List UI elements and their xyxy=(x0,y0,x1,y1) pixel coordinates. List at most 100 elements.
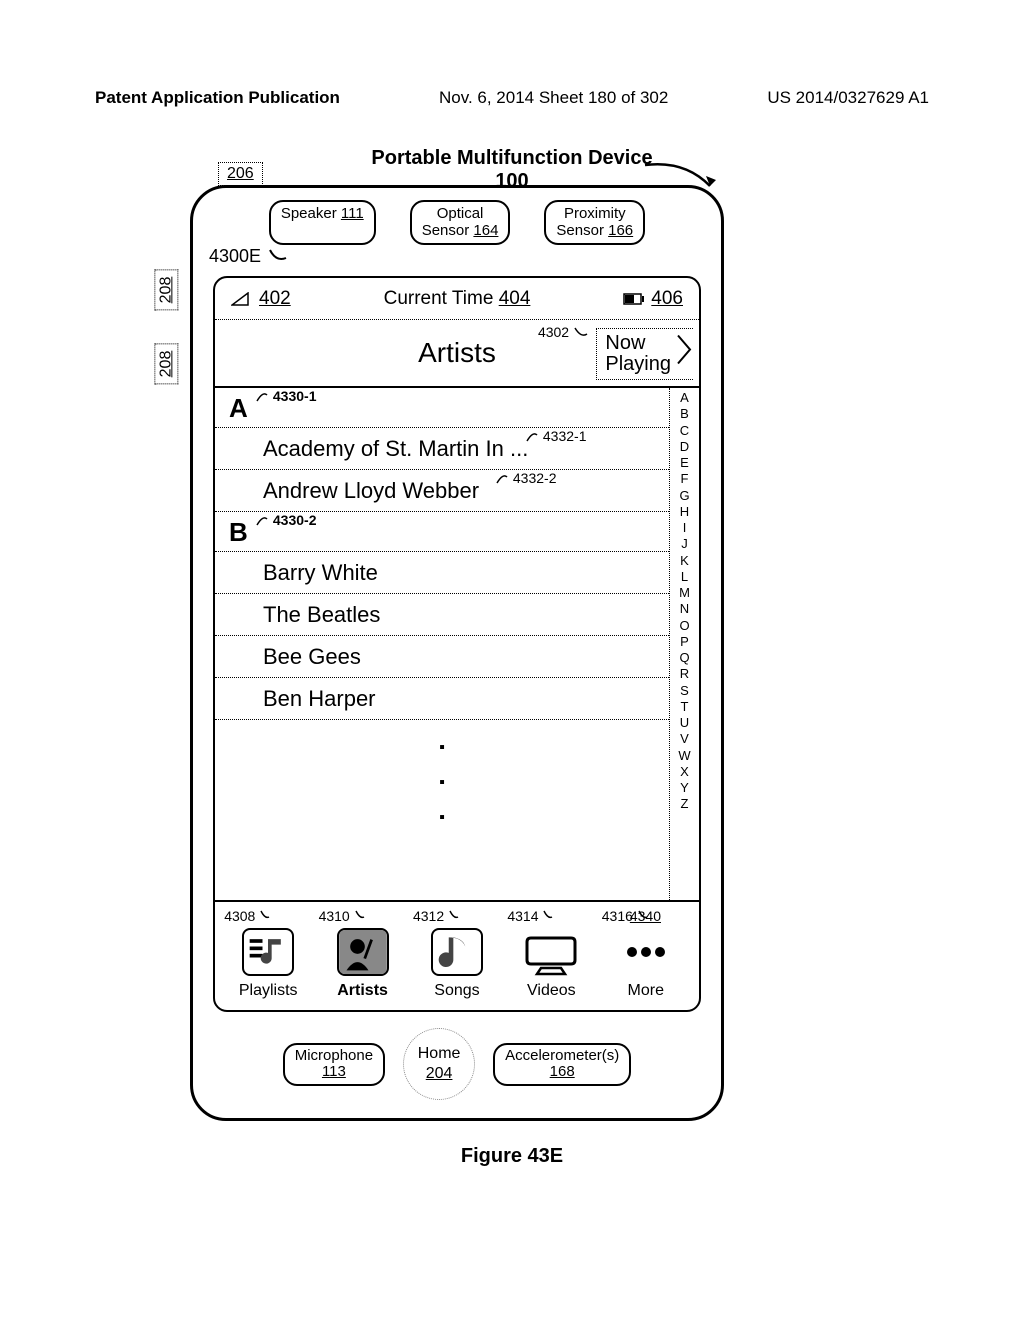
ref-402: 402 xyxy=(259,288,291,310)
alpha-index[interactable]: A B C D E F G H I J K L M N O P Q R S T xyxy=(669,388,699,900)
ref-4330-1: 4330-1 xyxy=(255,388,316,404)
lead-hook-icon xyxy=(255,389,269,403)
ref-4330-2: 4330-2 xyxy=(255,512,316,528)
ref-4300e: 4300E xyxy=(209,246,288,267)
artist-row[interactable]: Ben Harper xyxy=(215,678,669,720)
index-letter[interactable]: W xyxy=(678,748,690,764)
index-letter[interactable]: U xyxy=(680,715,689,731)
ref-4314: 4314 xyxy=(507,908,595,924)
tab-label: Playlists xyxy=(239,982,298,1000)
index-letter[interactable]: Y xyxy=(680,780,689,796)
lead-hook-icon xyxy=(354,909,366,921)
artist-row[interactable]: Andrew Lloyd Webber 4332-2 xyxy=(215,470,669,512)
index-letter[interactable]: Z xyxy=(681,796,689,812)
publication-label: Patent Application Publication xyxy=(95,88,340,108)
device-title-text: Portable Multifunction Device xyxy=(371,147,652,169)
tab-playlists[interactable]: 4308 Playlists xyxy=(224,928,312,1000)
home-button[interactable]: Home 204 xyxy=(403,1028,475,1100)
ref-4332-1: 4332-1 xyxy=(525,428,586,444)
lead-hook-icon xyxy=(637,909,649,921)
artist-row[interactable]: Academy of St. Martin In ... 4332-1 xyxy=(215,428,669,470)
index-letter[interactable]: L xyxy=(681,569,688,585)
index-letter[interactable]: A xyxy=(680,390,689,406)
artist-row[interactable]: Bee Gees xyxy=(215,636,669,678)
index-letter[interactable]: S xyxy=(680,683,689,699)
artist-row[interactable]: Barry White xyxy=(215,552,669,594)
tab-label: Artists xyxy=(337,982,388,1000)
index-letter[interactable]: H xyxy=(680,504,689,520)
optical-sensor-label: Optical Sensor 164 xyxy=(410,200,511,245)
tab-artists[interactable]: 4310 Artists xyxy=(319,928,407,1000)
artist-name: Andrew Lloyd Webber xyxy=(263,478,479,504)
tab-label: More xyxy=(628,982,664,1000)
lead-hook-icon xyxy=(525,429,539,443)
index-letter[interactable]: Q xyxy=(679,650,689,666)
tab-songs[interactable]: 4312 Songs xyxy=(413,928,501,1000)
screen-title: Artists xyxy=(418,337,496,369)
videos-icon xyxy=(525,928,577,976)
index-letter[interactable]: R xyxy=(680,666,689,682)
tab-label: Songs xyxy=(434,982,479,1000)
date-sheet: Nov. 6, 2014 Sheet 180 of 302 xyxy=(439,88,668,108)
ref-206: 206 xyxy=(218,162,263,186)
index-letter[interactable]: C xyxy=(680,423,689,439)
index-letter[interactable]: F xyxy=(681,471,689,487)
index-letter[interactable]: T xyxy=(681,699,689,715)
lead-hook-icon xyxy=(255,513,269,527)
ref-4316: 4316 xyxy=(602,908,690,924)
microphone-label: Microphone 113 xyxy=(283,1043,385,1086)
publication-number: US 2014/0327629 A1 xyxy=(767,88,929,108)
sensors-row: Speaker 111 Optical Sensor 164 Proximity… xyxy=(193,200,721,245)
artist-name: Barry White xyxy=(263,560,378,586)
artist-name: Academy of St. Martin In ... xyxy=(263,436,528,462)
tab-label: Videos xyxy=(527,982,576,1000)
device-frame: Speaker 111 Optical Sensor 164 Proximity… xyxy=(190,185,724,1121)
tab-videos[interactable]: 4314 Videos xyxy=(507,928,595,1000)
index-letter[interactable]: N xyxy=(680,601,689,617)
ref-4302: 4302 xyxy=(538,324,589,340)
lead-hook-icon xyxy=(495,471,509,485)
status-bar: 402 Current Time 404 406 xyxy=(215,278,699,320)
nav-title-bar: Artists 4302 Now Playing xyxy=(215,320,699,388)
lead-hook-icon xyxy=(448,909,460,921)
proximity-sensor-label: Proximity Sensor 166 xyxy=(544,200,645,245)
tab-more[interactable]: 4316 More xyxy=(602,928,690,1000)
index-letter[interactable]: J xyxy=(681,536,688,552)
index-letter[interactable]: O xyxy=(679,618,689,634)
index-letter[interactable]: M xyxy=(679,585,690,601)
index-letter[interactable]: G xyxy=(679,488,689,504)
accelerometer-label: Accelerometer(s) 168 xyxy=(493,1043,631,1086)
ref-4312: 4312 xyxy=(413,908,501,924)
section-header-a: A 4330-1 xyxy=(215,388,669,428)
hardware-bottom-row: Microphone 113 Home 204 Accelerometer(s)… xyxy=(193,1028,721,1100)
index-letter[interactable]: K xyxy=(680,553,689,569)
artist-name: Ben Harper xyxy=(263,686,376,712)
page-header: Patent Application Publication Nov. 6, 2… xyxy=(95,88,929,108)
index-letter[interactable]: E xyxy=(680,455,689,471)
index-letter[interactable]: B xyxy=(680,406,689,422)
artist-name: The Beatles xyxy=(263,602,380,628)
ref-208-a: 208 xyxy=(154,270,178,311)
current-time: Current Time 404 xyxy=(291,288,624,310)
index-letter[interactable]: V xyxy=(680,731,689,747)
index-letter[interactable]: D xyxy=(680,439,689,455)
ellipsis-vertical-icon: ▪▪▪ xyxy=(215,720,669,836)
lead-hook-icon xyxy=(542,909,554,921)
ref-4308: 4308 xyxy=(224,908,312,924)
artist-name: Bee Gees xyxy=(263,644,361,670)
artist-row[interactable]: The Beatles xyxy=(215,594,669,636)
index-letter[interactable]: P xyxy=(680,634,689,650)
touchscreen[interactable]: 402 Current Time 404 406 Artists 4302 No… xyxy=(213,276,701,1012)
songs-icon xyxy=(431,928,483,976)
more-icon xyxy=(620,928,672,976)
index-letter[interactable]: X xyxy=(680,764,689,780)
artist-list[interactable]: A 4330-1 Academy of St. Martin In ... 43… xyxy=(215,388,669,900)
playlists-icon xyxy=(242,928,294,976)
battery-icon xyxy=(623,293,645,305)
ref-208-b: 208 xyxy=(154,344,178,385)
chevron-right-icon xyxy=(675,332,693,375)
lead-hook-icon xyxy=(259,909,271,921)
figure-caption: Figure 43E xyxy=(0,1145,1024,1168)
index-letter[interactable]: I xyxy=(683,520,687,536)
ref-4310: 4310 xyxy=(319,908,407,924)
